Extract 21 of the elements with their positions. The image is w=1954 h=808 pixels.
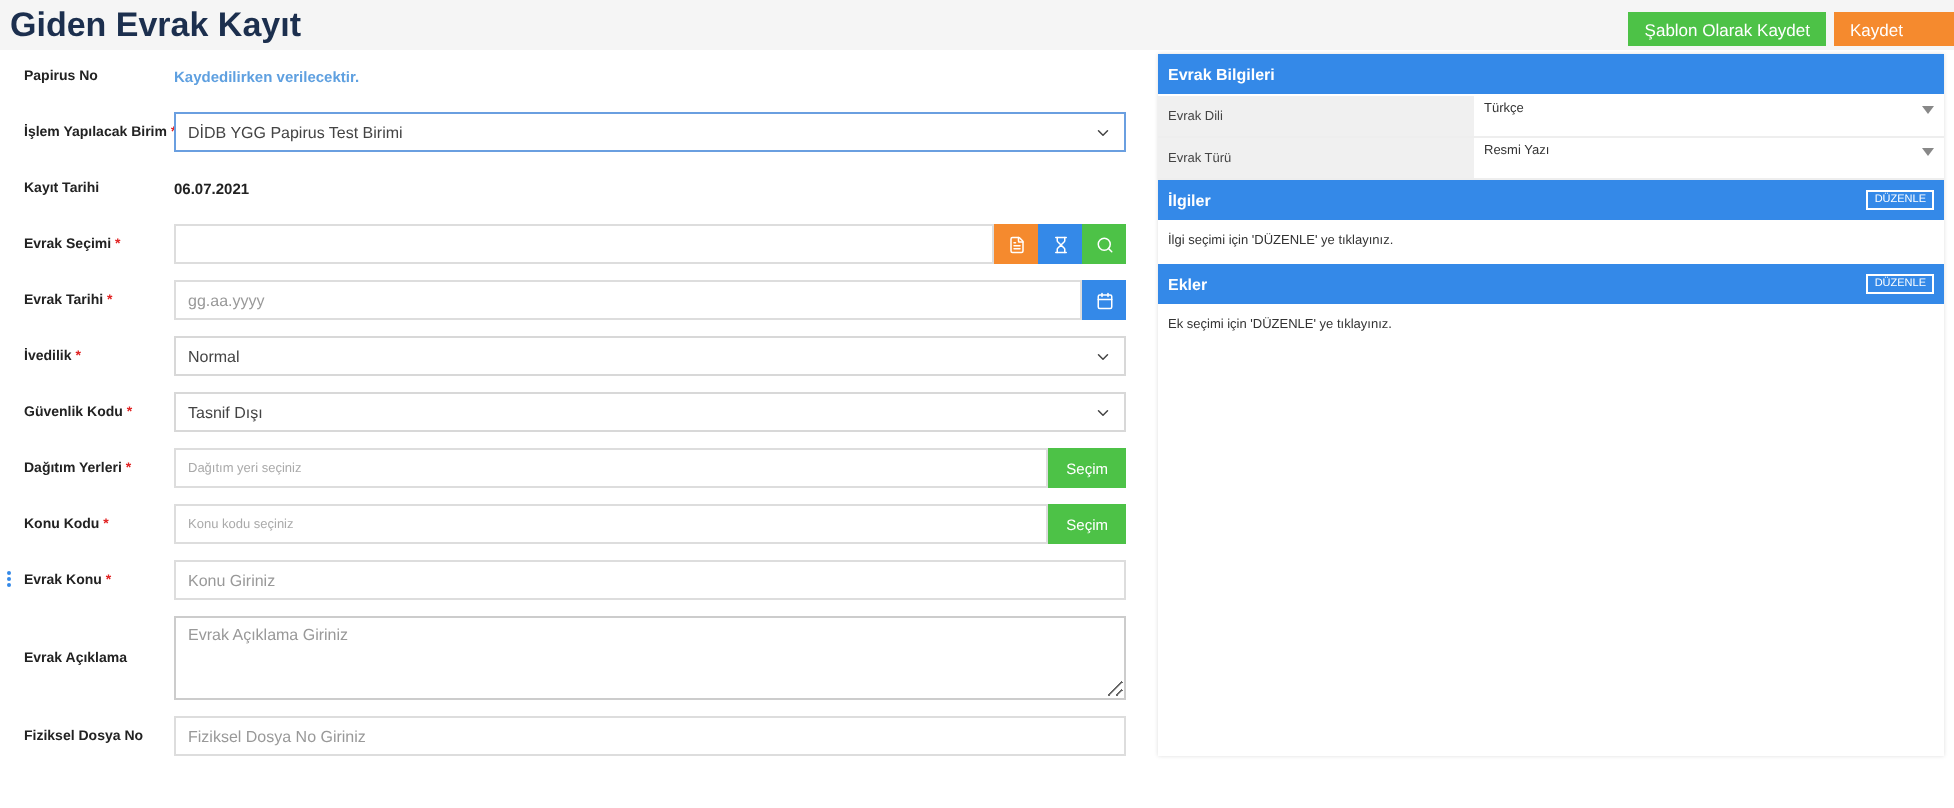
select-field[interactable]: Tasnif Dışı: [174, 392, 1126, 432]
select-field[interactable]: Normal: [174, 336, 1126, 376]
input-field[interactable]: Konu Giriniz: [174, 560, 1126, 600]
date-field[interactable]: gg.aa.yyyy: [174, 280, 1082, 320]
input-field[interactable]: Fiziksel Dosya No Giriniz: [174, 716, 1126, 756]
hourglass-icon[interactable]: [1038, 224, 1082, 264]
textarea-field[interactable]: Evrak Açıklama Giriniz: [174, 616, 1126, 700]
page-title: Giden Evrak Kayıt: [10, 5, 302, 45]
document-icon[interactable]: [994, 224, 1038, 264]
input-field[interactable]: [174, 224, 994, 264]
caret-icon: [1922, 148, 1934, 156]
panel-title: İlgiler: [1168, 191, 1211, 209]
drag-handle-icon[interactable]: [6, 570, 12, 588]
panel-title: Evrak Bilgileri: [1168, 65, 1275, 83]
panel-title: Ekler: [1168, 275, 1208, 293]
action-button[interactable]: Kaydet: [1834, 12, 1954, 46]
search-icon[interactable]: [1082, 224, 1126, 264]
calendar-icon[interactable]: [1082, 280, 1126, 320]
select-field[interactable]: DİDB YGG Papirus Test Birimi: [174, 112, 1126, 152]
action-button[interactable]: Şablon Olarak Kaydet: [1628, 12, 1826, 46]
caret-icon: [1922, 106, 1934, 114]
